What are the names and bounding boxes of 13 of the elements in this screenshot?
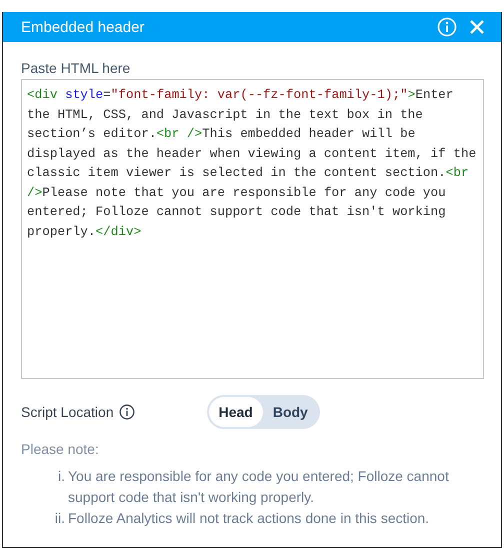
location-option[interactable]: Head xyxy=(208,397,263,427)
note-item: You are responsible for any code you entered; Folloze cannot support code that isn't working properly. xyxy=(68,467,450,507)
location-option[interactable]: Body xyxy=(262,397,318,427)
field-label: Paste HTML here xyxy=(21,60,130,76)
close-button[interactable] xyxy=(469,19,485,35)
list-marker: i. xyxy=(57,467,65,486)
note-item: Folloze Analytics will not track actions done in this section. xyxy=(68,509,430,528)
note-title: Please note: xyxy=(21,441,99,457)
script-location-label: Script Location xyxy=(21,404,114,420)
dialog-title: Embedded header xyxy=(21,18,146,36)
list-marker: ii. xyxy=(54,509,65,528)
info-icon[interactable] xyxy=(118,404,135,420)
html-code-field[interactable]: <div style="font-family: var(--fz-font-family-1);">Enter the HTML, CSS, and Javascript in the text box in the section’s editor.<br />This embedded header will be displayed as the header when viewing a content item, if the classic item viewer is selected in the content section.<br />Please note that you are responsible for any code you entered; Folloze cannot support code that isn't working properly.</div> xyxy=(21,79,484,379)
